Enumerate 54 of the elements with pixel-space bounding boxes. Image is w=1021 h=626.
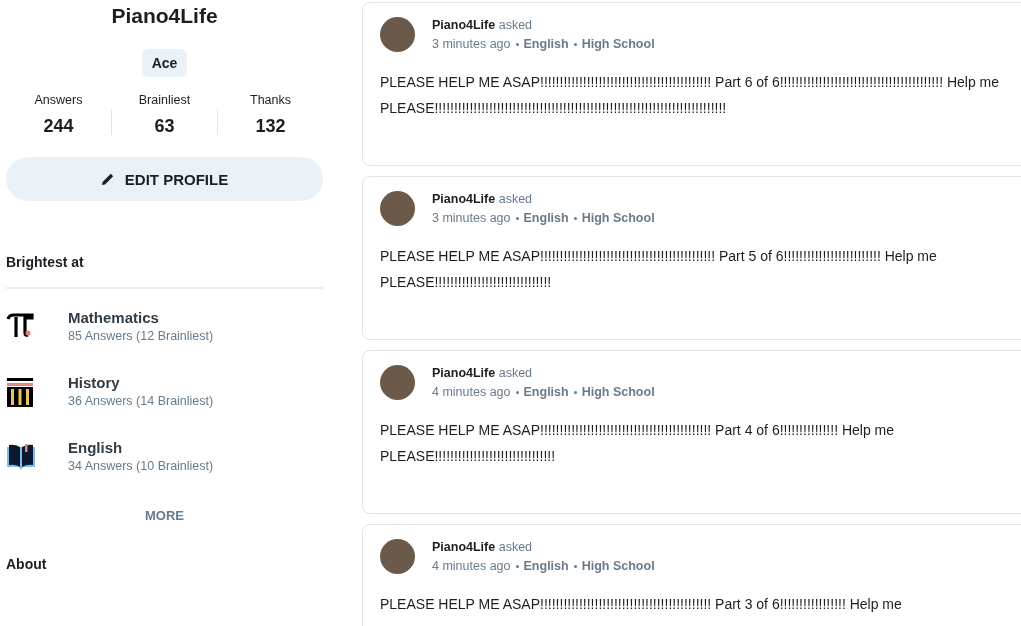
stat-value: 63 — [153, 116, 176, 137]
subject-detail: 34 Answers (10 Brainliest) — [68, 459, 214, 473]
pi-icon — [6, 313, 34, 339]
stat-label: Brainliest — [137, 93, 192, 107]
username: Piano4Life — [110, 4, 219, 28]
author-name[interactable]: Piano4Life — [432, 18, 496, 32]
more-button[interactable]: MORE — [139, 507, 190, 524]
question-card[interactable]: Piano4Life asked 4 minutes ago English High School PLEASE HELP ME ASAP!!!!!!!!!!!!!!!!!!!!!!!!!!!!!!!!!!!!!!!!!!!! Part 4 of 6!!!!!!!!!!!!!!! Help me PLEASE!!!!!!!!!!!!!!!!!!!!!!!!!!!!!!! — [362, 350, 1021, 514]
avatar-photo-placeholder — [380, 17, 415, 52]
question-card[interactable] — [362, 2, 1021, 166]
edit-profile-button[interactable]: EDIT PROFILE — [6, 157, 323, 201]
subject-name[interactable]: History — [68, 374, 214, 391]
question-time: 3 minutes ago — [432, 211, 511, 225]
asked-label: asked — [498, 192, 533, 206]
author-name[interactable]: Piano4Life — [432, 192, 496, 206]
question-time: 3 minutes ago — [432, 37, 511, 51]
question-text: PLEASE HELP ME ASAP!!!!!!!!!!!!!!!!!!!!!!!!!!!!!!!!!!!!!!!!!!!! Part 4 of 6!!!!!!!!!!!!!!! Help me PLEASE!!!!!!!!!!!!!!!!!!!!!!!!!!!!!!! — [380, 421, 896, 466]
question-text: PLEASE HELP ME ASAP!!!!!!!!!!!!!!!!!!!!!!!!!!!!!!!!!!!!!!!!!!!! Part 3 of 6!!!!!!!!!!!!!!!!! Help me — [380, 595, 903, 614]
stat-value: 132 — [254, 116, 287, 137]
subject-link[interactable]: English — [523, 559, 569, 573]
subject-detail: 36 Answers (14 Brainliest) — [68, 394, 214, 408]
level-link[interactable]: High School — [581, 211, 655, 225]
question-text: PLEASE HELP ME ASAP!!!!!!!!!!!!!!!!!!!!!!!!!!!!!!!!!!!!!!!!!!!! Part 6 of 6!!!!!!!!!!!!!!!!!!!!!!!!!!!!!!!!!!!!!!!!!! Help me PLEASE!!!!!!!!!!!!!!!!!!!!!!!!!!!!!!!!!!!!!!!!!!!!!!!!!!!!!!!!!!!!!!!!!!!!!!!!!!! — [380, 73, 1001, 118]
author-name[interactable]: Piano4Life — [432, 540, 496, 554]
avatar-photo-placeholder — [380, 191, 415, 226]
rank-badge: Ace — [141, 49, 188, 77]
avatar-photo-placeholder — [380, 365, 415, 400]
level-link[interactable]: High School — [581, 385, 655, 399]
asked-label: asked — [498, 18, 533, 32]
level-link[interactable]: High School — [581, 559, 655, 573]
section-title: About — [6, 556, 48, 572]
asked-label: asked — [498, 540, 533, 554]
subject-link[interactable]: English — [523, 211, 569, 225]
question-time: 4 minutes ago — [432, 559, 511, 573]
avatar-photo-placeholder — [380, 539, 415, 574]
subject-detail: 85 Answers (12 Brainliest) — [68, 329, 214, 343]
book-icon — [6, 443, 36, 471]
stat-label: Answers — [33, 93, 84, 107]
subject-name[interactable]: Mathematics — [68, 309, 214, 326]
author-name[interactable]: Piano4Life — [432, 366, 496, 380]
question-text: PLEASE HELP ME ASAP!!!!!!!!!!!!!!!!!!!!!!!!!!!!!!!!!!!!!!!!!!!!! Part 5 of 6!!!!!!!!!!!!!!!!!!!!!!!!! Help me PLEASE!!!!!!!!!!!!!!!!!!!!!!!!!!!!!! — [380, 247, 938, 292]
columns-icon — [6, 378, 34, 408]
subject-link[interactable]: English — [523, 37, 569, 51]
asked-label: asked — [498, 366, 533, 380]
stat-label: Thanks — [249, 93, 292, 107]
question-card[interactable]: Piano4Life asked 4 minutes ago English High School PLEASE HELP ME ASAP!!!!!!!!!!!!!!!!!!!!!!!!!!!!!!!!!!!!!!!!!!!! Part 3 of 6!!!!!!!!!!!!!!!!! Help me — [362, 524, 1021, 626]
stat-value: 244 — [42, 116, 75, 137]
question-card[interactable]: Piano4Life asked 3 minutes ago English High School PLEASE HELP ME ASAP!!!!!!!!!!!!!!!!!!!!!!!!!!!!!!!!!!!!!!!!!!!!! Part 5 of 6!!!!!!!!!!!!!!!!!!!!!!!!! Help me PLEASE!!!!!!!!!!!!!!!!!!!!!!!!!!!!!! — [362, 176, 1021, 340]
section-title: Brightest at — [6, 254, 85, 270]
subject-link[interactable]: English — [523, 385, 569, 399]
level-link[interactable]: High School — [581, 37, 655, 51]
question-time: 4 minutes ago — [432, 385, 511, 399]
subject-name[interactable]: English — [68, 439, 214, 456]
pencil-icon — [100, 172, 115, 186]
